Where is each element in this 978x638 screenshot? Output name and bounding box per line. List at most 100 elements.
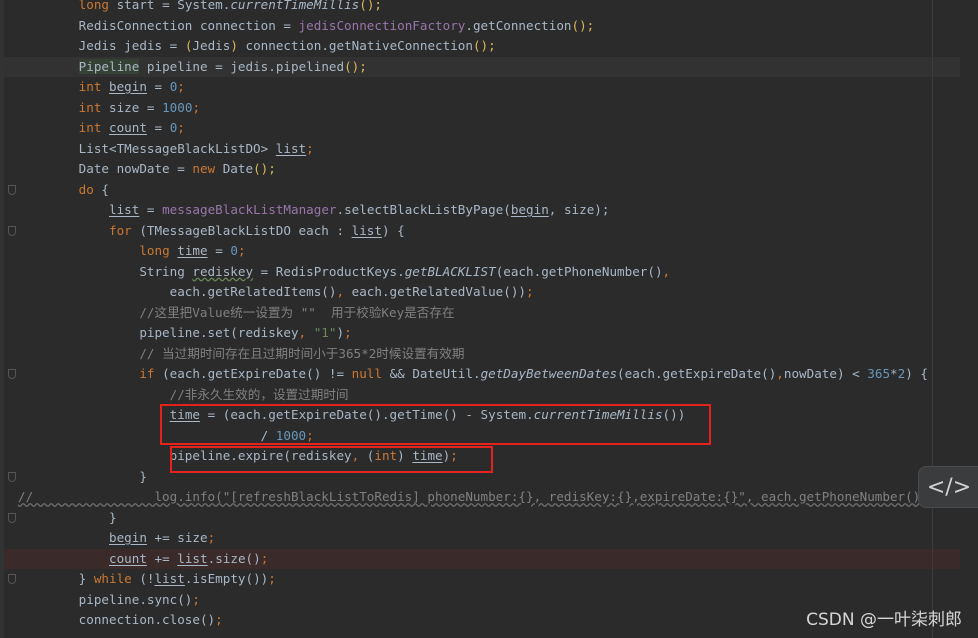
- code-token: //非永久生效的，设置过期时间: [18, 386, 349, 402]
- code-token: ();: [253, 161, 276, 176]
- code-editor[interactable]: long start = System.currentTimeMillis();…: [0, 0, 978, 631]
- code-token: ): [336, 325, 345, 340]
- code-token: count: [109, 550, 147, 566]
- code-token: list: [154, 571, 185, 586]
- code-token: int: [78, 120, 102, 135]
- code-token: ,: [776, 366, 784, 381]
- code-token: *: [890, 366, 898, 381]
- code-line[interactable]: Date nowDate = new Date();: [18, 159, 978, 180]
- code-token: Jedis jedis =: [18, 38, 185, 53]
- code-token: ,: [662, 263, 671, 279]
- code-line[interactable]: if (each.getExpireDate() != null && Date…: [18, 364, 978, 385]
- code-line[interactable]: for (TMessageBlackListDO each : list) {: [18, 221, 978, 242]
- code-token: list: [275, 140, 307, 156]
- code-token: += size: [146, 530, 208, 545]
- fold-marker-icon[interactable]: [8, 471, 16, 482]
- code-token: Pipeline: [78, 58, 140, 74]
- code-line[interactable]: String rediskey = RedisProductKeys.getBL…: [18, 262, 978, 283]
- code-token: "1": [313, 325, 337, 340]
- code-token: each.getRelatedItems(): [18, 284, 337, 299]
- code-token: time: [177, 243, 208, 258]
- code-line[interactable]: // 当过期时间存在且过期时间小于365*2时候设置有效期: [18, 344, 978, 365]
- code-token: begin: [510, 202, 549, 217]
- code-token: String: [18, 263, 193, 279]
- code-token: do: [78, 181, 94, 197]
- code-line[interactable]: pipeline.expire(rediskey, (int) time);: [18, 446, 978, 467]
- code-token: .size(): [207, 550, 261, 566]
- code-token: {: [93, 181, 110, 197]
- code-line[interactable]: begin += size;: [18, 528, 978, 549]
- code-line[interactable]: Jedis jedis = (Jedis) connection.getNati…: [18, 36, 978, 57]
- highlight-box-expire: [170, 446, 493, 473]
- code-line[interactable]: long time = 0;: [18, 241, 978, 262]
- code-token: jedisConnectionFactory: [298, 17, 466, 33]
- fold-marker-icon[interactable]: [8, 512, 16, 523]
- code-token: 1000: [162, 99, 193, 115]
- code-line[interactable]: each.getRelatedItems(), each.getRelatedV…: [18, 282, 978, 303]
- code-token: = RedisProductKeys.: [253, 263, 405, 279]
- code-line[interactable]: } while (!list.isEmpty());: [18, 569, 978, 590]
- fold-marker-icon[interactable]: [8, 369, 16, 379]
- code-token: }: [18, 571, 94, 586]
- code-token: ,: [298, 325, 314, 340]
- code-line[interactable]: pipeline.set(rediskey, "1");: [18, 323, 978, 344]
- code-token: list: [109, 202, 140, 217]
- code-token: (each.getExpireDate(): [617, 366, 777, 381]
- code-token: size =: [101, 99, 163, 115]
- code-token: for: [109, 222, 132, 238]
- code-token: while: [93, 571, 132, 586]
- code-token: list: [351, 222, 382, 238]
- code-line[interactable]: list = messageBlackListManager.selectBla…: [18, 200, 978, 221]
- code-token: ;: [192, 99, 201, 115]
- code-token: Date: [215, 161, 254, 176]
- code-token: ;: [260, 550, 269, 566]
- watermark: CSDN @一叶柒刺郎: [806, 610, 962, 630]
- code-token: ;: [268, 571, 276, 586]
- code-token: Date nowDate =: [18, 161, 193, 176]
- code-token: (!: [131, 571, 155, 586]
- code-token: int: [78, 99, 102, 115]
- code-token: rediskey: [192, 263, 254, 279]
- fold-marker-icon[interactable]: [8, 225, 16, 236]
- code-line[interactable]: long start = System.currentTimeMillis();: [18, 0, 978, 16]
- code-token: ();: [571, 17, 595, 33]
- code-token: // log.info("[refreshBlackListToRedis] p…: [18, 489, 978, 504]
- code-token: =: [146, 79, 170, 94]
- code-line[interactable]: int begin = 0;: [18, 77, 978, 98]
- code-line[interactable]: RedisConnection connection = jedisConnec…: [18, 16, 978, 37]
- code-token: ;: [526, 284, 534, 299]
- code-line[interactable]: }: [18, 508, 978, 529]
- code-token: ;: [344, 325, 352, 340]
- code-line[interactable]: // log.info("[refreshBlackListToRedis] p…: [18, 487, 978, 508]
- code-line[interactable]: int size = 1000;: [18, 98, 978, 119]
- code-line[interactable]: do {: [18, 180, 978, 201]
- code-line[interactable]: //这里把Value统一设置为 "" 用于校验Key是否存在: [18, 303, 978, 324]
- fold-marker-icon[interactable]: [8, 574, 16, 584]
- code-token: }: [18, 509, 117, 525]
- code-token: messageBlackListManager: [162, 202, 337, 217]
- code-snippet-button[interactable]: </>: [918, 466, 978, 508]
- code-token: ();: [359, 0, 382, 12]
- code-token: ;: [177, 79, 185, 94]
- code-token: List<TMessageBlackListDO>: [18, 140, 276, 156]
- code-line[interactable]: List<TMessageBlackListDO> list;: [18, 139, 978, 160]
- code-line[interactable]: count += list.size();: [0, 548, 978, 570]
- fold-marker-icon[interactable]: [8, 184, 16, 195]
- code-token: new: [192, 161, 216, 176]
- code-token: getDayBetweenDates: [480, 366, 618, 381]
- code-line[interactable]: //非永久生效的，设置过期时间: [18, 385, 978, 406]
- code-token: // 当过期时间存在且过期时间小于365*2时候设置有效期: [18, 345, 465, 361]
- code-line[interactable]: int count = 0;: [18, 118, 978, 139]
- code-line[interactable]: }: [18, 467, 978, 488]
- code-token: =: [139, 202, 163, 217]
- code-line[interactable]: Pipeline pipeline = jedis.pipelined();: [0, 56, 978, 78]
- code-token: ) {: [381, 222, 405, 238]
- code-token: +=: [146, 550, 178, 566]
- code-token: ;: [237, 243, 246, 258]
